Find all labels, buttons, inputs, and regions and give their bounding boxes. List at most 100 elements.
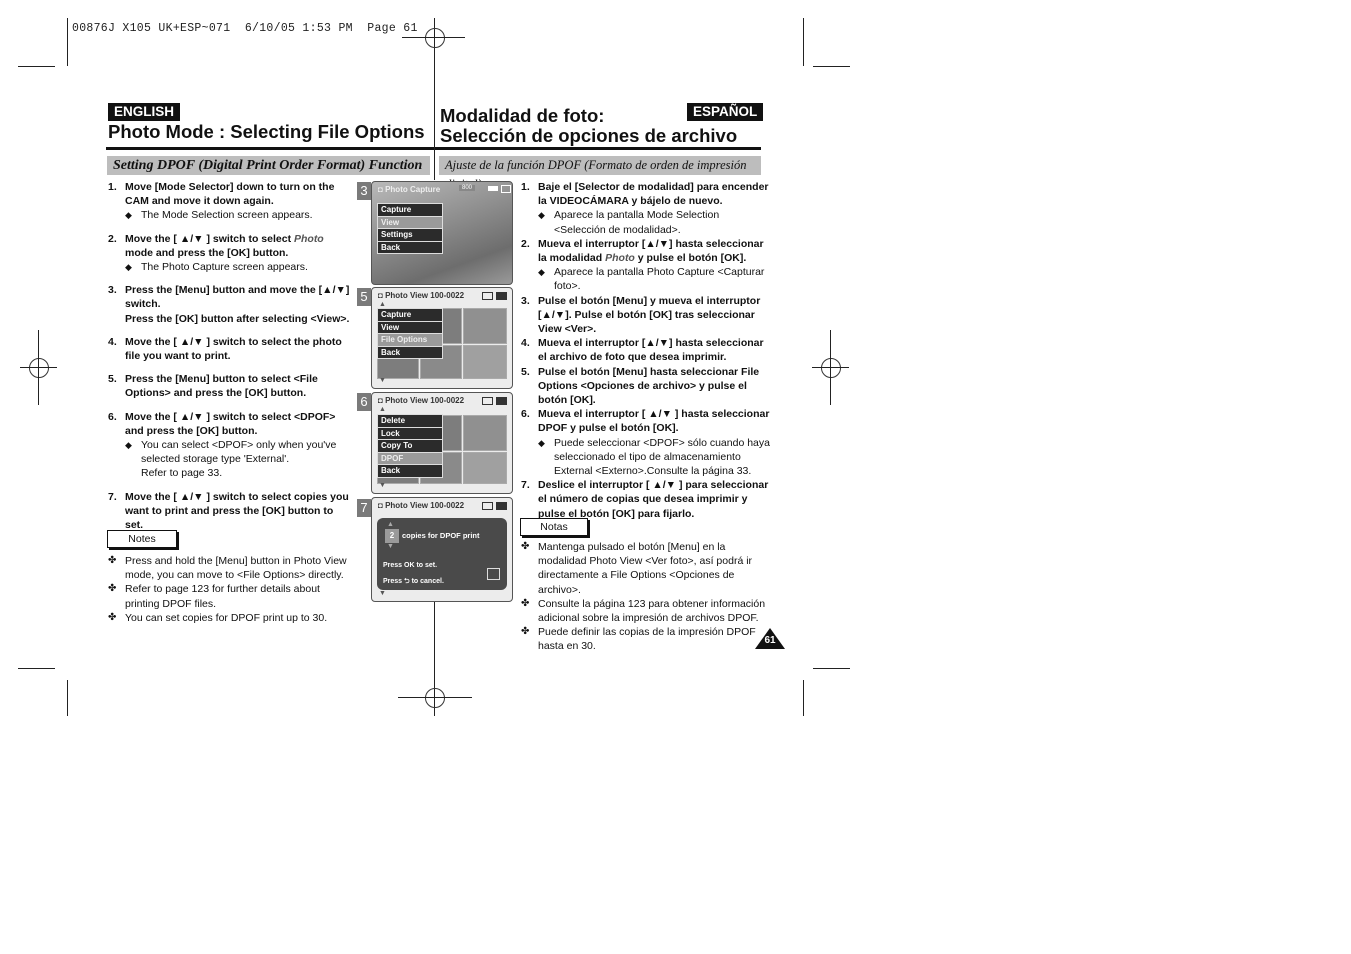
- step-text: Mueva el interruptor [▲/▼] hasta selecci…: [538, 337, 764, 364]
- step-text-line2: Press the [OK] button after selecting <V…: [125, 312, 350, 325]
- ok-instruction: Press OK to set.: [383, 562, 438, 569]
- step-number: 1.: [108, 181, 117, 193]
- menu-item-view[interactable]: View: [377, 320, 443, 334]
- photo-thumbnail: [463, 452, 507, 484]
- registration-mark: [425, 688, 445, 708]
- english-badge: ENGLISH: [108, 103, 181, 121]
- registration-mark: [29, 358, 49, 378]
- registration-mark: [821, 358, 841, 378]
- spanish-subhead: Ajuste de la función DPOF (Formato de or…: [439, 156, 761, 191]
- step-item: 7. Deslice el interruptor [ ▲/▼ ] para se…: [521, 478, 771, 521]
- english-subhead: Setting DPOF (Digital Print Order Format…: [107, 156, 430, 175]
- storage-icon: [482, 502, 493, 510]
- step-subnote-text: Aparece la pantalla Photo Capture <Captu…: [554, 266, 765, 293]
- english-title-rule: [106, 147, 434, 150]
- step-subnote-text: The Photo Capture screen appears.: [141, 261, 308, 274]
- dpof-dialog: ▲ 2 ▼ copies for DPOF print Press OK to …: [377, 518, 507, 590]
- battery-icon: [496, 397, 507, 405]
- note-text: Puede definir las copias de la impresión…: [538, 626, 756, 653]
- step-subnote: Refer to page 33.: [125, 466, 353, 480]
- step-item: 2. Mueva el interruptor [▲/▼] hasta selec…: [521, 237, 771, 294]
- increase-icon: ▲: [387, 521, 394, 528]
- registration-mark-line: [812, 367, 849, 368]
- diamond-bullet-icon: ◆: [125, 262, 132, 273]
- screen-photo-view-file-options: ◘ Photo View 100-0022 ▲ ▼ Capture View Fil…: [371, 287, 513, 389]
- storage-icon: [482, 397, 493, 405]
- battery-icon: [496, 292, 507, 300]
- screen-dpof-copies: ◘ Photo View 100-0022 ▲ 2 ▼ copies for D…: [371, 497, 513, 602]
- step-item: 5. Pulse el botón [Menu] hasta selecciona…: [521, 365, 771, 408]
- screen-photo-capture: ◘ Photo Capture 800 Capture View Settings B…: [371, 181, 513, 285]
- step-subnote: ◆ Puede seleccionar <DPOF> sólo cuando ha…: [538, 436, 771, 479]
- registration-mark-line: [20, 367, 57, 368]
- menu-item-back[interactable]: Back: [377, 345, 443, 359]
- note-text: Refer to page 123 for further details ab…: [125, 583, 320, 610]
- note-item: ✤ Refer to page 123 for further details a…: [108, 582, 356, 610]
- page-number: 61: [764, 635, 776, 646]
- spanish-badge: ESPAÑOL: [687, 103, 764, 121]
- crop-mark: [803, 680, 804, 716]
- step-text-part: Move the [ ▲/▼ ] switch to select: [125, 232, 294, 245]
- menu-item-lock[interactable]: Lock: [377, 426, 443, 440]
- menu-item-file-options[interactable]: File Options: [377, 333, 443, 347]
- spanish-notes: ✤ Mantenga pulsado el botón [Menu] en la …: [521, 540, 773, 654]
- step-number: 2.: [521, 237, 530, 250]
- menu-item-dpof[interactable]: DPOF: [377, 451, 443, 465]
- english-steps: 1. Move [Mode Selector] down to turn on t…: [108, 180, 353, 541]
- return-icon: ⮌: [404, 578, 410, 585]
- camera-icon: ◘: [378, 501, 386, 510]
- menu-item-delete[interactable]: Delete: [377, 414, 443, 428]
- step-subnote: ◆ The Mode Selection screen appears.: [125, 208, 353, 222]
- copies-value[interactable]: 2: [385, 529, 399, 543]
- screen-menu: Delete Lock Copy To DPOF Back: [377, 414, 443, 478]
- menu-item-copy-to[interactable]: Copy To: [377, 439, 443, 453]
- note-item: ✤ Mantenga pulsado el botón [Menu] en la …: [521, 540, 773, 597]
- printer-icon: [487, 568, 500, 580]
- note-text: Mantenga pulsado el botón [Menu] en la m…: [538, 541, 753, 596]
- menu-item-settings[interactable]: Settings: [377, 228, 443, 242]
- photo-thumbnail: [463, 345, 507, 379]
- screen-menu: Capture View Settings Back: [377, 203, 443, 254]
- step-subnote: ◆ You can select <DPOF> only when you've …: [125, 438, 353, 466]
- menu-item-back[interactable]: Back: [377, 240, 443, 254]
- menu-item-back[interactable]: Back: [377, 464, 443, 478]
- step-text: Pulse el botón [Menu] y mueva el interru…: [538, 294, 761, 336]
- english-title: Photo Mode : Selecting File Options: [108, 121, 425, 142]
- step-item: 6. Mueva el interruptor [ ▲/▼ ] hasta sel…: [521, 407, 771, 478]
- battery-icon: [496, 502, 507, 510]
- step-item: 3. Pulse el botón [Menu] y mueva el inter…: [521, 294, 771, 337]
- scroll-down-icon: ▼: [379, 377, 386, 384]
- note-text: You can set copies for DPOF print up to …: [125, 611, 328, 624]
- step-number: 2.: [108, 232, 117, 245]
- copies-label: copies for DPOF print: [402, 531, 480, 540]
- screen-menu: Capture View File Options Back: [377, 308, 443, 359]
- menu-item-capture[interactable]: Capture: [377, 203, 443, 217]
- menu-item-view[interactable]: View: [377, 215, 443, 229]
- scroll-down-icon: ▼: [379, 590, 386, 597]
- step-text: Move the [ ▲/▼ ] switch to select Photo …: [125, 233, 324, 259]
- menu-item-capture[interactable]: Capture: [377, 308, 443, 322]
- clover-bullet-icon: ✤: [108, 555, 117, 566]
- clover-bullet-icon: ✤: [108, 611, 117, 623]
- step-number: 5.: [521, 365, 530, 378]
- step-text: Mueva el interruptor [ ▲/▼ ] hasta selec…: [538, 408, 770, 435]
- screen-header: ◘ Photo View 100-0022: [378, 291, 465, 300]
- step-text-italic: Photo: [605, 252, 635, 265]
- screen-step-number: 5: [357, 288, 371, 306]
- clover-bullet-icon: ✤: [521, 597, 530, 609]
- crop-mark: [18, 66, 55, 67]
- registration-mark-line: [398, 697, 472, 698]
- crop-mark: [813, 668, 850, 669]
- step-text-part: y pulse el botón [OK].: [634, 252, 747, 265]
- screen-step-number: 7: [357, 499, 371, 517]
- step-number: 4.: [108, 335, 117, 348]
- step-text: Press the [Menu] button and move the [▲/…: [125, 284, 350, 311]
- camera-icon: ◘: [378, 185, 383, 194]
- note-item: ✤ Consulte la página 123 para obtener inf…: [521, 597, 773, 625]
- diamond-bullet-icon: ◆: [538, 267, 545, 278]
- step-text: Move the [ ▲/▼ ] switch to select the ph…: [125, 335, 342, 363]
- step-number: 7.: [521, 479, 530, 492]
- storage-icon: [482, 292, 493, 300]
- step-item: 2. Move the [ ▲/▼ ] switch to select Phot…: [108, 232, 353, 275]
- print-slug: 00876J X105 UK+ESP~071 6/10/05 1:53 PM P…: [72, 22, 418, 35]
